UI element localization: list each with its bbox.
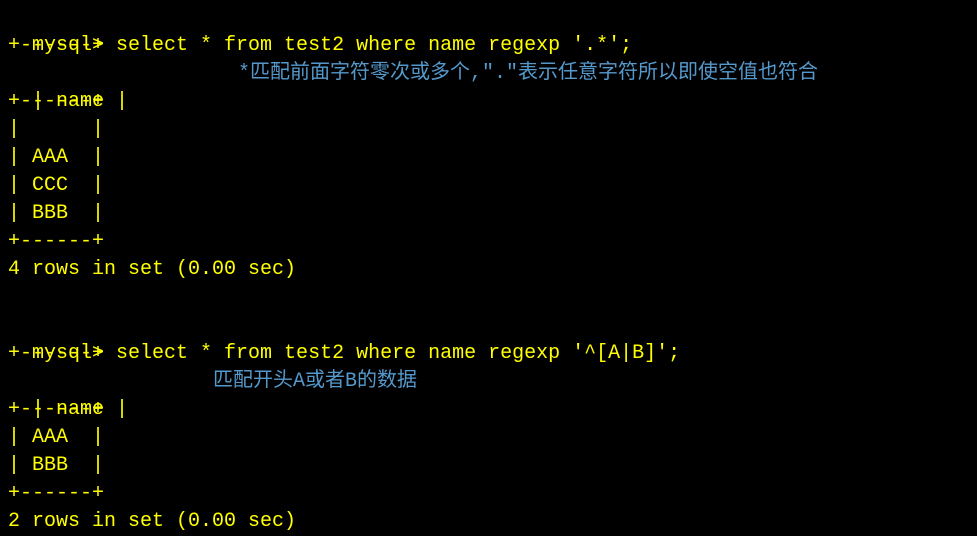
- table-divider: +------+: [8, 228, 969, 256]
- table-row: | AAA |: [8, 144, 969, 172]
- result-summary-1: 4 rows in set (0.00 sec): [8, 256, 969, 284]
- table-header-row: | name | *匹配前面字符零次或多个,"."表示任意字符所以即使空值也符合: [8, 60, 969, 88]
- table-divider: +------+: [8, 340, 969, 368]
- table-divider: +------+: [8, 396, 969, 424]
- blank-line: [8, 284, 969, 312]
- table-divider: +------+: [8, 88, 969, 116]
- result-summary-2: 2 rows in set (0.00 sec): [8, 508, 969, 536]
- table-row: | |: [8, 116, 969, 144]
- query2-line: mysql> select * from test2 where name re…: [8, 312, 969, 340]
- table-header-row: | name | 匹配开头A或者B的数据: [8, 368, 969, 396]
- table-row: | AAA |: [8, 424, 969, 452]
- annotation-1: *匹配前面字符零次或多个,"."表示任意字符所以即使空值也符合: [238, 60, 818, 88]
- table-row: | CCC |: [8, 172, 969, 200]
- annotation-2: 匹配开头A或者B的数据: [213, 368, 417, 396]
- table-row: | BBB |: [8, 452, 969, 480]
- table-divider: +------+: [8, 480, 969, 508]
- table-divider: +------+: [8, 32, 969, 60]
- query1-line: mysql> select * from test2 where name re…: [8, 4, 969, 32]
- table-row: | BBB |: [8, 200, 969, 228]
